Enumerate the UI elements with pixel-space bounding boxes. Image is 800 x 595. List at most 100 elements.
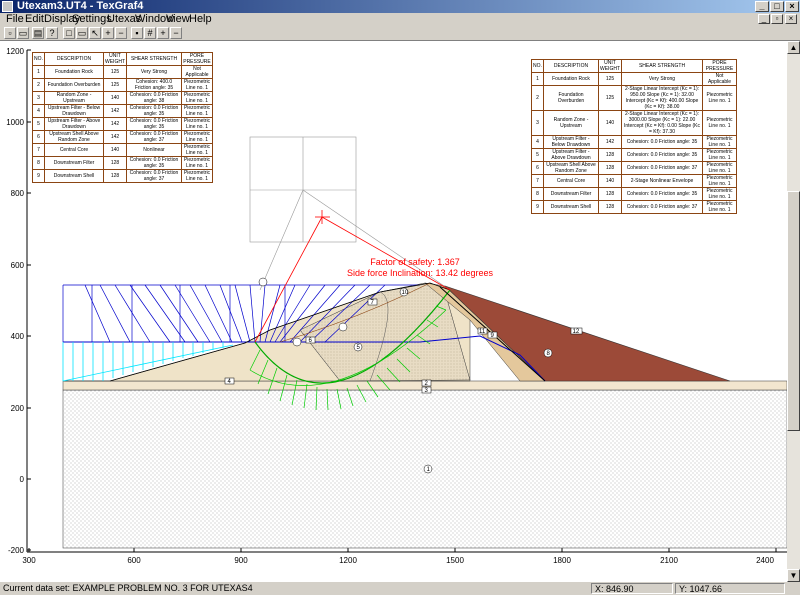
vertical-scrollbar[interactable]: ▲ ▼ <box>787 41 800 582</box>
table-cell: Cohesion: 400.0 Friction angle: 35 <box>126 78 182 92</box>
table-cell: Piezometric Line no. 1 <box>702 174 737 188</box>
table-cell: 4 <box>32 104 45 118</box>
rect2-icon[interactable]: ▭ <box>76 27 88 39</box>
mdi-restore-button[interactable]: ▫ <box>771 14 783 24</box>
fit-icon[interactable]: ▪ <box>131 27 143 39</box>
table-cell: 9 <box>32 169 45 183</box>
table-cell: 125 <box>598 72 622 86</box>
window-title: Utexam3.UT4 - TexGraf4 <box>17 0 144 12</box>
y-coordinate-readout: Y: 1047.66 <box>675 583 785 594</box>
table-cell: 3 <box>531 110 544 136</box>
menu-settings[interactable]: Settings <box>72 13 112 26</box>
scroll-down-button[interactable]: ▼ <box>787 569 800 582</box>
table-cell: Cohesion: 0.0 Friction angle: 38 <box>126 91 182 105</box>
x-tick-label: 600 <box>127 556 141 565</box>
drawing-canvas[interactable]: 1 2 3 4 5 6 7 8 9 10 11 12 1200 1000 800… <box>0 41 787 582</box>
table-header-row: NO. DESCRIPTION UNIT WEIGHT SHEAR STRENG… <box>531 59 737 73</box>
table-cell: Not Applicable <box>702 72 737 86</box>
table-cell: Piezometric Line no. 1 <box>702 135 737 149</box>
table-cell: 128 <box>598 161 622 175</box>
y-tick-label: 1000 <box>6 118 24 127</box>
table-cell: 7 <box>32 143 45 157</box>
region-label-10: 10 <box>402 290 409 296</box>
table-cell: Cohesion: 0.0 Friction angle: 37 <box>621 200 703 214</box>
table-cell: Cohesion: 0.0 Friction angle: 35 <box>621 187 703 201</box>
col-header: SHEAR STRENGTH <box>126 52 182 66</box>
table-cell: 128 <box>103 169 127 183</box>
material-table-right: NO. DESCRIPTION UNIT WEIGHT SHEAR STRENG… <box>531 59 737 214</box>
x-tick-marks <box>28 548 777 552</box>
menu-help[interactable]: Help <box>189 13 212 26</box>
col-header: PORE PRESSURE <box>181 52 213 66</box>
table-cell: 5 <box>531 148 544 162</box>
menu-file[interactable]: File <box>6 13 24 26</box>
table-cell: 6 <box>531 161 544 175</box>
table-cell: 5 <box>32 117 45 131</box>
table-row: 6 Upstream Shell Above Random Zone 128 Cohe… <box>531 161 737 175</box>
y-tick-label: -200 <box>7 546 24 555</box>
status-bar: Current data set: EXAMPLE PROBLEM NO. 3 … <box>0 582 800 595</box>
app-icon[interactable] <box>2 1 13 12</box>
col-header: DESCRIPTION <box>543 59 599 73</box>
remove-icon[interactable]: − <box>170 27 182 39</box>
x-tick-label: 300 <box>22 556 36 565</box>
x-tick-label: 2400 <box>756 556 774 565</box>
table-row: 7 Central Core 140 2-Stage Nonlinear Envelo… <box>531 174 737 188</box>
scroll-up-button[interactable]: ▲ <box>787 41 800 54</box>
table-row: 7 Central Core 140 Nonlinear Piezometric Lin… <box>32 143 213 157</box>
table-cell: 142 <box>103 130 127 144</box>
table-cell: 128 <box>598 148 622 162</box>
close-button[interactable]: × <box>785 1 799 12</box>
y-tick-label: 1200 <box>6 47 24 56</box>
table-cell: Foundation Overburden <box>543 85 599 111</box>
table-cell: Piezometric Line no. 1 <box>702 148 737 162</box>
table-cell: Cohesion: 0.0 Friction angle: 35 <box>126 104 182 118</box>
table-cell: Foundation Rock <box>543 72 599 86</box>
scroll-thumb[interactable] <box>787 191 800 431</box>
menu-view[interactable]: View <box>166 13 190 26</box>
table-cell: 140 <box>598 110 622 136</box>
new-icon[interactable]: ▫ <box>4 27 16 39</box>
table-row: 4 Upstream Filter - Below Drawdown 142 Cohe… <box>32 104 213 118</box>
table-cell: Piezometric Line no. 1 <box>181 104 213 118</box>
table-row: 9 Downstream Shell 128 Cohesion: 0.0 Fricti… <box>32 169 213 183</box>
table-cell: 1 <box>531 72 544 86</box>
mdi-close-button[interactable]: × <box>785 14 797 24</box>
table-cell: Piezometric Line no. 1 <box>181 169 213 183</box>
table-cell: Central Core <box>44 143 104 157</box>
y-tick-label: 200 <box>10 404 24 413</box>
table-cell: 2-Stage Linear Intercept (Kc = 1): 950.0… <box>621 85 703 111</box>
print-icon[interactable]: ▤ <box>32 27 44 39</box>
mdi-minimize-button[interactable]: _ <box>758 14 770 24</box>
table-cell: Random Zone - Upstream <box>543 110 599 136</box>
grid-icon[interactable]: # <box>144 27 156 39</box>
table-cell: Upstream Shell Above Random Zone <box>543 161 599 175</box>
col-header: UNIT WEIGHT <box>103 52 127 66</box>
minimize-button[interactable]: _ <box>755 1 769 12</box>
table-cell: Downstream Shell <box>543 200 599 214</box>
rect-icon[interactable]: □ <box>63 27 75 39</box>
table-cell: Cohesion: 0.0 Friction angle: 37 <box>126 169 182 183</box>
maximize-button[interactable]: □ <box>770 1 784 12</box>
table-row: 9 Downstream Shell 128 Cohesion: 0.0 Fricti… <box>531 200 737 214</box>
table-cell: Cohesion: 0.0 Friction angle: 37 <box>126 130 182 144</box>
table-cell: 7 <box>531 174 544 188</box>
col-header: PORE PRESSURE <box>702 59 737 73</box>
pointer-icon[interactable]: ↖ <box>89 27 101 39</box>
add-icon[interactable]: + <box>157 27 169 39</box>
x-tick-label: 1200 <box>339 556 357 565</box>
help-icon[interactable]: ? <box>46 27 58 39</box>
table-cell: 128 <box>103 156 127 170</box>
col-header: NO. <box>531 59 544 73</box>
table-cell: Cohesion: 0.0 Friction angle: 35 <box>126 117 182 131</box>
table-row: 2 Foundation Overburden 125 2-Stage Linear … <box>531 85 737 111</box>
y-tick-label: 800 <box>10 189 24 198</box>
table-cell: Very Strong <box>621 72 703 86</box>
table-cell: 128 <box>598 187 622 201</box>
open-icon[interactable]: ▭ <box>17 27 29 39</box>
zoom-out-icon[interactable]: − <box>115 27 127 39</box>
zoom-in-icon[interactable]: + <box>102 27 114 39</box>
menu-edit[interactable]: Edit <box>25 13 44 26</box>
factor-of-safety-label: Factor of safety: 1.367 <box>370 257 460 267</box>
table-cell: Piezometric Line no. 1 <box>702 110 737 136</box>
